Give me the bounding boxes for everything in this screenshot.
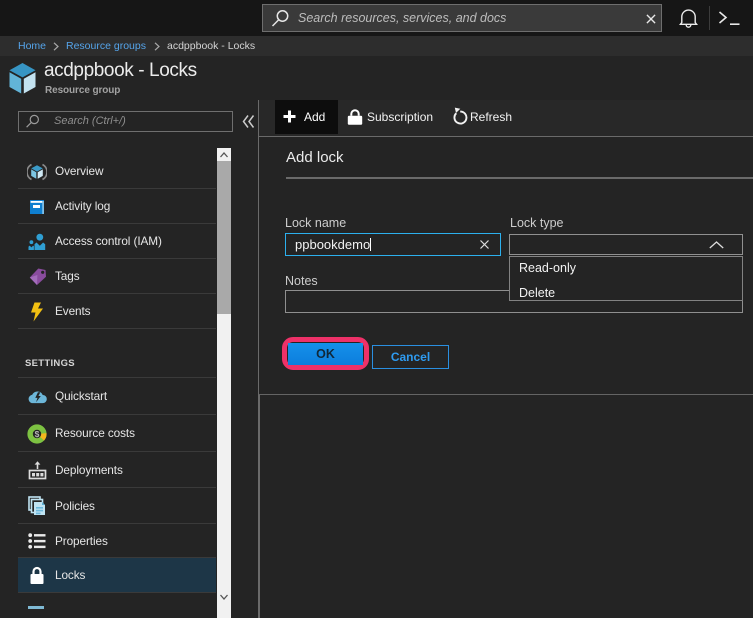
svg-text:$: $ [35,429,40,439]
